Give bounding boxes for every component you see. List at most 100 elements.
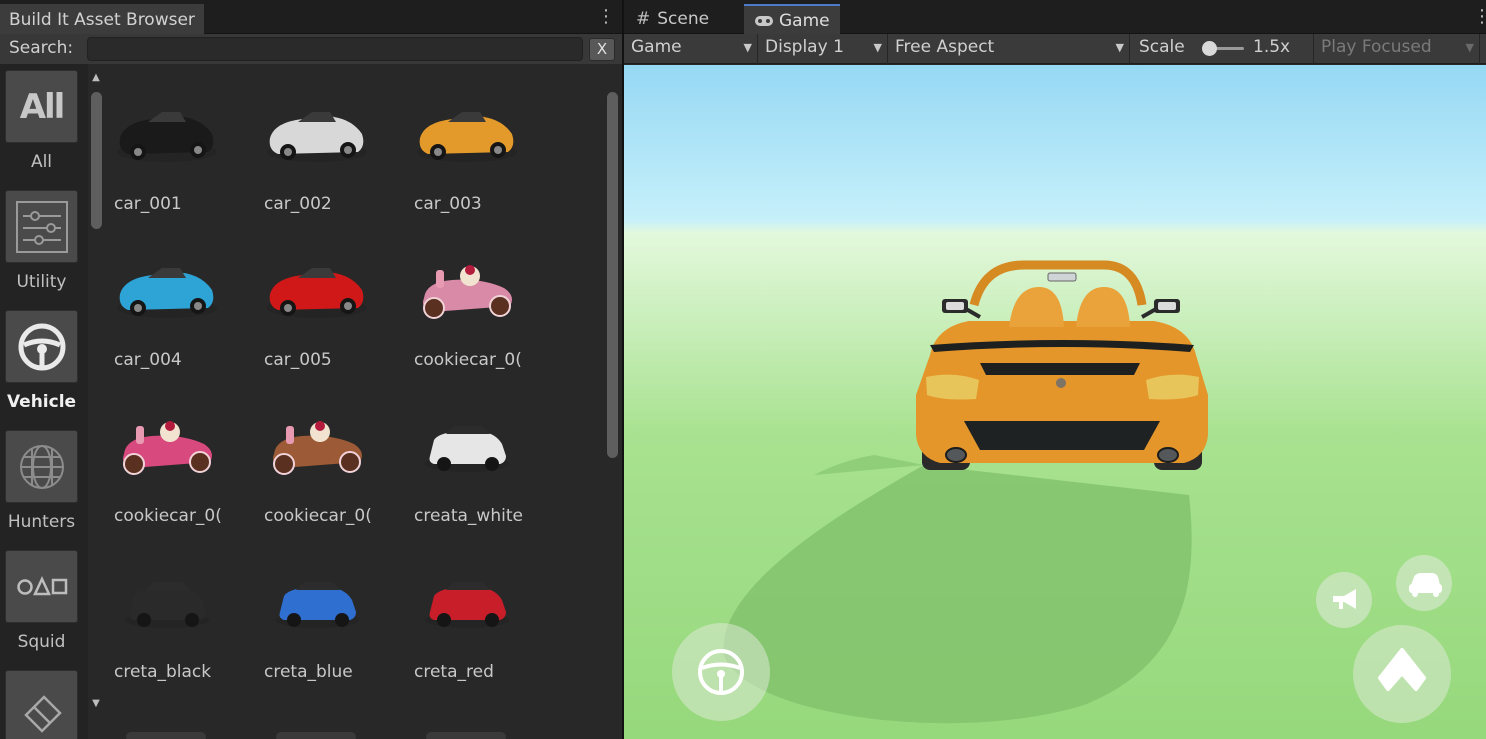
category-eraser-tile <box>5 670 78 739</box>
asset-name: creata_white <box>414 506 523 526</box>
asset-item[interactable]: creata_white <box>408 394 538 534</box>
scale-slider-knob[interactable] <box>1202 41 1217 56</box>
category-label: Vehicle <box>6 392 77 412</box>
asset-grid-scrollbar[interactable] <box>605 72 619 717</box>
asset-name: creta_blue <box>264 662 353 682</box>
car-thumbnail <box>123 421 212 475</box>
category-hunters[interactable]: Hunters <box>5 430 78 532</box>
scale-label: Scale <box>1139 37 1185 57</box>
asset-name: creta_black <box>114 662 212 682</box>
asset-item[interactable]: creta_black <box>108 550 238 690</box>
asset-item[interactable]: cookiecar_0( <box>108 394 238 534</box>
circle-triangle-square-icon <box>16 575 67 595</box>
steering-wheel-icon <box>18 323 65 370</box>
scroll-down-icon[interactable]: ▼ <box>91 699 101 709</box>
asset-name: cookiecar_0( <box>264 506 372 526</box>
car-thumbnail <box>275 582 359 628</box>
sliders-icon <box>15 200 68 253</box>
play-mode-select-value: Play Focused <box>1321 37 1432 57</box>
category-utility-tile <box>5 190 78 263</box>
chevron-down-icon: ▼ <box>1115 41 1124 54</box>
car-thumbnail <box>425 582 509 628</box>
tab-asset-browser[interactable]: Build It Asset Browser <box>0 4 204 34</box>
category-all[interactable]: All All <box>5 70 78 172</box>
category-all-tile: All <box>5 70 78 143</box>
category-eraser[interactable] <box>5 670 78 739</box>
asset-item[interactable]: car_001 <box>108 82 238 222</box>
asset-item[interactable]: creta_red <box>408 550 538 690</box>
asset-name: creta_red <box>414 662 494 682</box>
category-squid[interactable]: Squid <box>5 550 78 652</box>
globe-grid-icon <box>19 444 64 489</box>
category-scroll-thumb[interactable] <box>91 92 102 229</box>
asset-browser-panel: Build It Asset Browser ⋮ Search: X All A… <box>0 0 622 739</box>
category-sidebar: All All Utility Vehicle Hunters Squid <box>0 64 88 739</box>
asset-item[interactable]: cookiecar_0( <box>258 394 388 534</box>
asset-item-partial[interactable] <box>126 732 206 739</box>
game-scene <box>672 260 1452 724</box>
game-view-tabbar: # Scene Game ⋮ <box>624 0 1486 34</box>
category-label: Hunters <box>7 512 76 532</box>
asset-grid-scroll-thumb[interactable] <box>607 92 618 458</box>
asset-name: car_003 <box>414 194 482 214</box>
steer-button[interactable] <box>672 623 770 721</box>
asset-grid: car_001 car_002 car_003 car_004 car_005 … <box>108 82 598 739</box>
clear-search-button[interactable]: X <box>589 38 615 61</box>
tab-game-label: Game <box>779 11 830 31</box>
asset-name: car_001 <box>114 194 182 214</box>
view-select[interactable]: Game ▼ <box>624 34 758 64</box>
car-swap-button[interactable] <box>1396 555 1452 611</box>
horn-button[interactable] <box>1316 572 1372 628</box>
panel-menu-icon[interactable]: ⋮ <box>597 7 615 27</box>
grid-hash-icon: # <box>636 9 651 29</box>
car-thumbnail <box>117 112 217 162</box>
game-panel-menu-icon[interactable]: ⋮ <box>1473 7 1486 27</box>
car-thumbnail <box>417 112 517 162</box>
category-vehicle[interactable]: Vehicle <box>5 310 78 412</box>
asset-item[interactable]: car_004 <box>108 238 238 378</box>
search-row: Search: X <box>0 34 622 64</box>
category-scrollbar[interactable]: ▲ ▼ <box>89 72 103 717</box>
aspect-select-value: Free Aspect <box>895 37 995 57</box>
accelerate-button[interactable] <box>1353 625 1451 723</box>
player-car <box>916 260 1208 470</box>
asset-name: car_005 <box>264 350 332 370</box>
display-select[interactable]: Display 1 ▼ <box>758 34 888 64</box>
car-thumbnail <box>125 582 209 628</box>
car-thumbnail <box>267 112 367 162</box>
search-label: Search: <box>9 38 74 58</box>
asset-item[interactable]: car_003 <box>408 82 538 222</box>
asset-name: cookiecar_0( <box>114 506 222 526</box>
car-thumbnail <box>273 421 362 475</box>
chevron-down-icon: ▼ <box>873 41 882 54</box>
asset-name: cookiecar_0( <box>414 350 522 370</box>
asset-item-partial[interactable] <box>276 732 356 739</box>
car-thumbnail <box>425 426 509 472</box>
category-squid-tile <box>5 550 78 623</box>
asset-item-partial[interactable] <box>426 732 506 739</box>
category-vehicle-tile <box>5 310 78 383</box>
asset-browser-tabbar: Build It Asset Browser ⋮ <box>0 0 622 34</box>
category-utility[interactable]: Utility <box>5 190 78 292</box>
play-mode-select[interactable]: Play Focused ▼ <box>1314 34 1480 64</box>
chevron-down-icon: ▼ <box>1465 41 1474 54</box>
game-view-panel: # Scene Game ⋮ Game ▼ Display 1 ▼ Free As… <box>624 0 1486 739</box>
tab-game[interactable]: Game <box>744 4 840 34</box>
tab-scene[interactable]: # Scene <box>626 4 719 34</box>
car-shadow <box>723 465 1192 724</box>
category-label: Utility <box>16 272 67 292</box>
car-thumbnail <box>267 268 367 318</box>
asset-item[interactable]: car_005 <box>258 238 388 378</box>
search-input[interactable] <box>87 37 583 61</box>
scroll-up-icon[interactable]: ▲ <box>91 73 101 83</box>
car-thumbnail <box>423 265 512 319</box>
asset-item[interactable]: car_002 <box>258 82 388 222</box>
game-viewport[interactable] <box>624 65 1486 739</box>
asset-item[interactable]: cookiecar_0( <box>408 238 538 378</box>
aspect-select[interactable]: Free Aspect ▼ <box>888 34 1130 64</box>
category-hunters-tile <box>5 430 78 503</box>
asset-item[interactable]: creta_blue <box>258 550 388 690</box>
gamepad-icon <box>755 16 773 26</box>
display-select-value: Display 1 <box>765 37 844 57</box>
scale-value: 1.5x <box>1253 37 1291 57</box>
